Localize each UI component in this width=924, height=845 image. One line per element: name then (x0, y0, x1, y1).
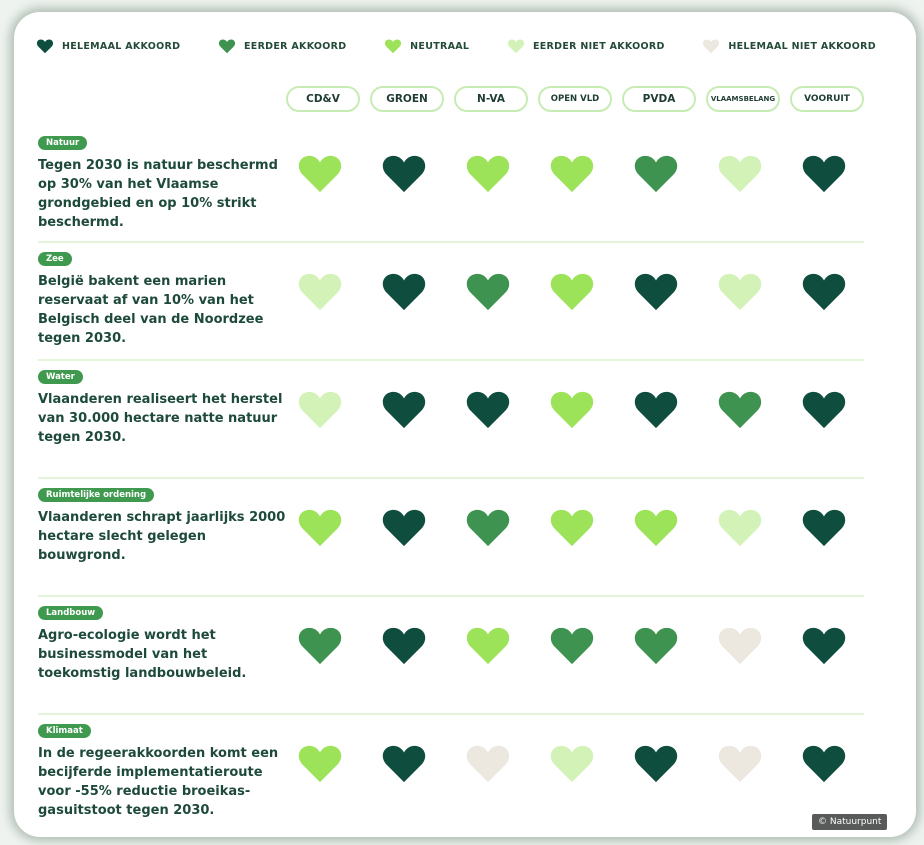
credit-label: © Natuurpunt (812, 814, 888, 830)
rating-heart-icon (382, 273, 426, 311)
legend-item-eerder-niet-akkoord: EERDER NIET AKKOORD (507, 38, 665, 54)
rating-heart-icon (634, 273, 678, 311)
divider (38, 241, 864, 243)
legend-label: NEUTRAAL (410, 40, 470, 52)
legend: HELEMAAL AKKOORD EERDER AKKOORD NEUTRAAL… (36, 36, 876, 56)
rating-heart-icon (634, 509, 678, 547)
party-cdv: CD&V (286, 86, 360, 112)
rating-heart-icon (802, 627, 846, 665)
party-nva: N-VA (454, 86, 528, 112)
rating-heart-icon (382, 627, 426, 665)
rating-heart-icon (718, 745, 762, 783)
divider (38, 477, 864, 479)
statement-text: Vlaanderen schrapt jaarlijks 2000 hectar… (38, 510, 286, 563)
rating-heart-icon (550, 273, 594, 311)
party-pvda: PVDA (622, 86, 696, 112)
legend-label: HELEMAAL NIET AKKOORD (728, 40, 876, 52)
legend-label: HELEMAAL AKKOORD (62, 40, 181, 52)
party-header-row: CD&V GROEN N-VA OPEN VLD PVDA VLAAMS BELA… (284, 86, 874, 114)
topic-tag: Water (38, 370, 83, 384)
divider (38, 713, 864, 715)
statement-text: Vlaanderen realiseert het herstel van 30… (38, 392, 283, 445)
legend-label: EERDER AKKOORD (243, 40, 347, 52)
rating-heart-icon (802, 273, 846, 311)
rating-heart-icon (634, 627, 678, 665)
rating-heart-icon (550, 745, 594, 783)
rating-heart-icon (466, 155, 510, 193)
rating-heart-icon (298, 745, 342, 783)
statement-text: Agro-ecologie wordt het businessmodel va… (38, 628, 247, 681)
topic-tag: Natuur (38, 136, 88, 150)
rating-heart-icon (550, 155, 594, 193)
legend-label: EERDER NIET AKKOORD (532, 40, 665, 52)
rating-heart-icon (718, 155, 762, 193)
rating-heart-icon (298, 155, 342, 193)
rating-heart-icon (550, 627, 594, 665)
legend-item-helemaal-niet-akkoord: HELEMAAL NIET AKKOORD (702, 38, 876, 54)
rating-heart-icon (718, 509, 762, 547)
rating-heart-icon (382, 509, 426, 547)
rating-heart-icon (298, 627, 342, 665)
infographic-card: HELEMAAL AKKOORD EERDER AKKOORD NEUTRAAL… (14, 12, 916, 837)
rating-heart-icon (466, 745, 510, 783)
rating-heart-icon (466, 509, 510, 547)
rating-heart-icon (802, 745, 846, 783)
rating-heart-icon (466, 273, 510, 311)
rating-heart-icon (382, 391, 426, 429)
topic-tag: Klimaat (38, 724, 91, 738)
rating-heart-icon (718, 391, 762, 429)
rating-heart-icon (466, 391, 510, 429)
rating-heart-icon (382, 745, 426, 783)
topic-tag: Zee (38, 252, 72, 266)
heart-icon (218, 39, 236, 54)
heart-icon (385, 39, 402, 54)
party-groen: GROEN (370, 86, 444, 112)
heart-icon (703, 39, 720, 54)
rating-heart-icon (634, 745, 678, 783)
divider (38, 359, 864, 361)
rating-heart-icon (550, 391, 594, 429)
party-vooruit: VOORUIT (790, 86, 864, 112)
party-vlaams-belang: VLAAMS BELANG (706, 86, 780, 112)
rating-heart-icon (634, 155, 678, 193)
rating-heart-icon (550, 509, 594, 547)
statement-text: België bakent een marien reservaat af va… (38, 274, 264, 346)
topic-tag: Ruimtelijke ordening (38, 488, 155, 502)
rating-heart-icon (802, 155, 846, 193)
rating-heart-icon (466, 627, 510, 665)
rating-heart-icon (802, 391, 846, 429)
legend-item-neutraal: NEUTRAAL (384, 38, 469, 54)
rating-heart-icon (298, 391, 342, 429)
rating-heart-icon (298, 509, 342, 547)
heart-icon (507, 39, 525, 54)
divider (38, 595, 864, 597)
legend-item-eerder-akkoord: EERDER AKKOORD (218, 38, 347, 54)
party-open-vld: OPEN VLD (538, 86, 612, 112)
rating-heart-icon (382, 155, 426, 193)
rating-heart-icon (298, 273, 342, 311)
statement-text: In de regeerakkoorden komt een becijferd… (38, 746, 279, 818)
legend-item-helemaal-akkoord: HELEMAAL AKKOORD (36, 38, 180, 54)
topic-tag: Landbouw (38, 606, 104, 620)
statement-text: Tegen 2030 is natuur beschermd op 30% va… (38, 158, 278, 230)
rating-heart-icon (718, 627, 762, 665)
heart-icon (36, 39, 54, 54)
rating-heart-icon (802, 509, 846, 547)
rating-heart-icon (634, 391, 678, 429)
rating-heart-icon (718, 273, 762, 311)
